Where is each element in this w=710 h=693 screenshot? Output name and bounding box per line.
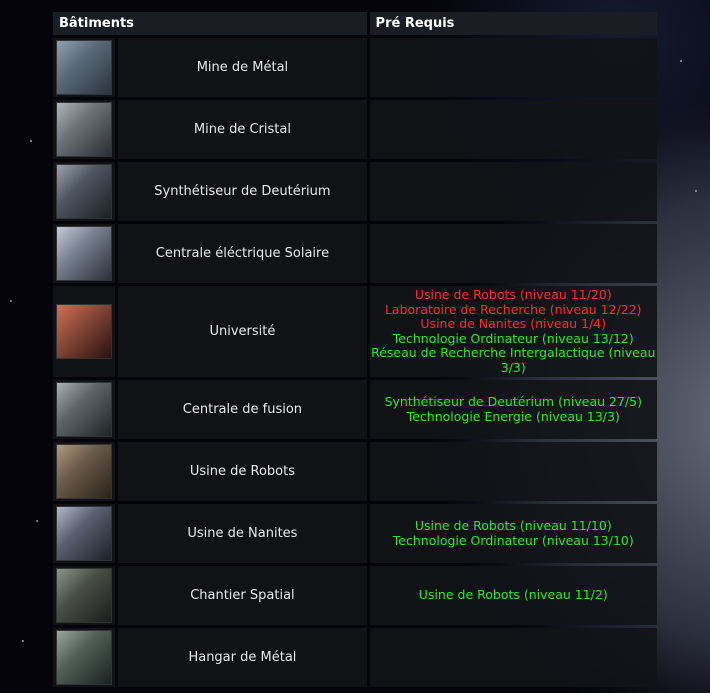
star (680, 60, 682, 62)
table-row: Usine de Robots (53, 442, 657, 501)
table-row: Université Usine de Robots (niveau 11/20)… (53, 286, 657, 377)
requirement-unmet: Usine de Nanites (niveau 1/4) (420, 316, 607, 331)
requirements-cell (369, 162, 657, 221)
table-row: Hangar de Métal (53, 628, 657, 687)
building-name[interactable]: Université (118, 286, 367, 377)
requirement-met: Réseau de Recherche Intergalactique (niv… (371, 345, 656, 375)
university-image[interactable] (56, 304, 113, 359)
building-name[interactable]: Centrale de fusion (118, 380, 367, 439)
table-row: Chantier Spatial Usine de Robots (niveau … (53, 566, 657, 625)
star (695, 190, 697, 192)
table-row: Mine de Cristal (53, 100, 657, 159)
star (10, 300, 12, 302)
requirements-cell: Usine de Robots (niveau 11/10) Technologi… (369, 504, 657, 563)
requirements-cell: Usine de Robots (niveau 11/2) (369, 566, 657, 625)
requirements-cell (369, 442, 657, 501)
buildings-panel: Bâtiments Pré Requis Mine de Métal Mine d… (52, 10, 660, 690)
star (36, 520, 38, 522)
requirements-cell (369, 100, 657, 159)
building-name[interactable]: Mine de Métal (118, 38, 367, 97)
deuterium-synthesizer-image[interactable] (56, 164, 113, 219)
table-row: Synthétiseur de Deutérium (53, 162, 657, 221)
building-name[interactable]: Chantier Spatial (118, 566, 367, 625)
header-requirements: Pré Requis (369, 12, 657, 35)
shipyard-image[interactable] (56, 568, 113, 623)
building-image-cell[interactable] (53, 566, 116, 625)
requirements-cell (369, 38, 657, 97)
buildings-table: Bâtiments Pré Requis Mine de Métal Mine d… (50, 9, 660, 690)
table-row: Mine de Métal (53, 38, 657, 97)
requirement-met: Technologie Energie (niveau 13/3) (406, 408, 620, 424)
table-row: Centrale éléctrique Solaire (53, 224, 657, 283)
requirement-met: Technologie Ordinateur (niveau 13/12) (392, 330, 634, 346)
crystal-mine-image[interactable] (56, 102, 113, 157)
table-row: Usine de Nanites Usine de Robots (niveau … (53, 504, 657, 563)
requirement-met: Usine de Robots (niveau 11/10) (414, 518, 612, 533)
table-body: Mine de Métal Mine de Cristal Synthétiseur… (53, 38, 657, 687)
metal-storage-image[interactable] (56, 630, 113, 685)
building-name[interactable]: Usine de Robots (118, 442, 367, 501)
table-header: Bâtiments Pré Requis (53, 12, 657, 35)
requirement-unmet: Laboratoire de Recherche (niveau 12/22) (384, 301, 642, 317)
building-image-cell[interactable] (53, 628, 116, 687)
requirement-met: Usine de Robots (niveau 11/2) (418, 587, 608, 603)
requirement-unmet: Usine de Robots (niveau 11/20) (414, 287, 612, 302)
header-buildings: Bâtiments (53, 12, 367, 35)
building-image-cell[interactable] (53, 100, 116, 159)
requirement-met: Technologie Ordinateur (niveau 13/10) (392, 532, 634, 548)
metal-mine-image[interactable] (56, 40, 113, 95)
requirements-cell: Usine de Robots (niveau 11/20) Laboratoir… (369, 286, 657, 377)
building-name[interactable]: Mine de Cristal (118, 100, 367, 159)
robot-factory-image[interactable] (56, 444, 113, 499)
building-image-cell[interactable] (53, 380, 116, 439)
fusion-plant-image[interactable] (56, 382, 113, 437)
building-name[interactable]: Usine de Nanites (118, 504, 367, 563)
building-name[interactable]: Synthétiseur de Deutérium (118, 162, 367, 221)
star (30, 140, 32, 142)
building-image-cell[interactable] (53, 38, 116, 97)
building-name[interactable]: Hangar de Métal (118, 628, 367, 687)
building-name[interactable]: Centrale éléctrique Solaire (118, 224, 367, 283)
solar-plant-image[interactable] (56, 226, 113, 281)
requirement-met: Synthétiseur de Deutérium (niveau 27/5) (384, 394, 642, 409)
building-image-cell[interactable] (53, 162, 116, 221)
requirements-cell (369, 628, 657, 687)
nanite-factory-image[interactable] (56, 506, 113, 561)
building-image-cell[interactable] (53, 504, 116, 563)
table-row: Centrale de fusion Synthétiseur de Deutér… (53, 380, 657, 439)
star (22, 640, 24, 642)
requirements-cell (369, 224, 657, 283)
building-image-cell[interactable] (53, 442, 116, 501)
requirements-cell: Synthétiseur de Deutérium (niveau 27/5) T… (369, 380, 657, 439)
building-image-cell[interactable] (53, 224, 116, 283)
building-image-cell[interactable] (53, 286, 116, 377)
